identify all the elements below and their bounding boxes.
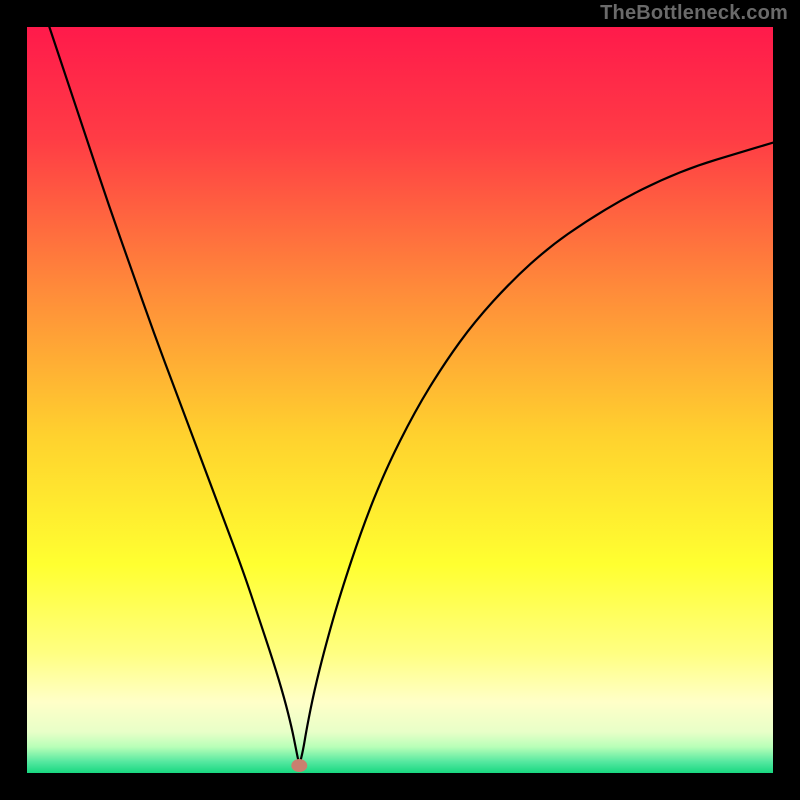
chart-svg [27,27,773,773]
gradient-background [27,27,773,773]
plot-area [27,27,773,773]
optimal-point-marker [291,759,307,772]
watermark-text: TheBottleneck.com [600,2,788,25]
chart-container: TheBottleneck.com [0,0,800,800]
